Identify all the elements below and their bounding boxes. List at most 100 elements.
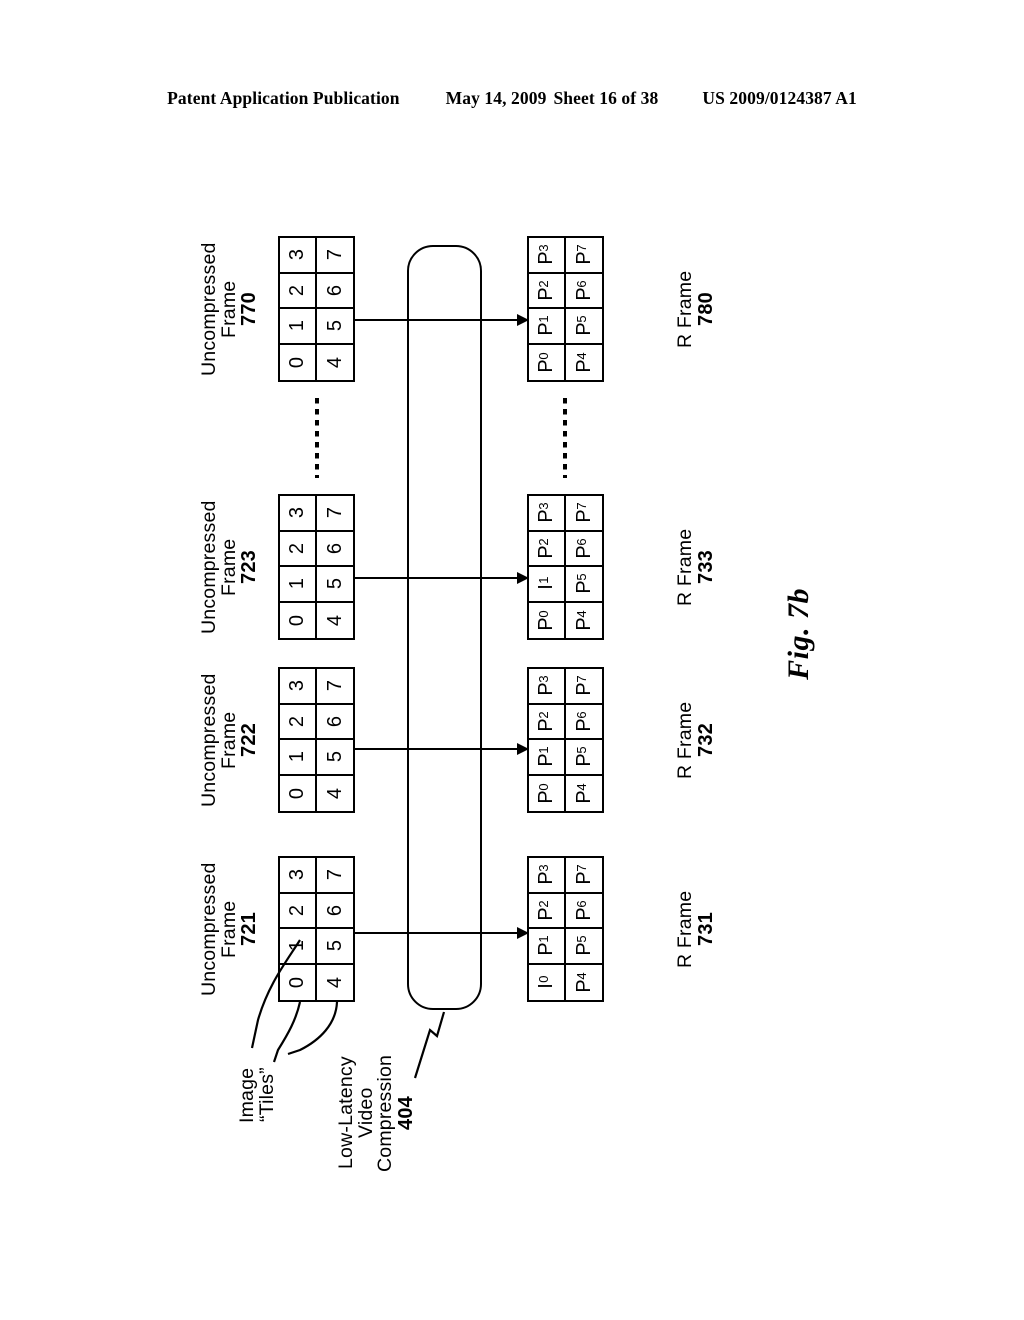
tile-cell: P1 <box>529 929 566 965</box>
tile-cell: 3 <box>280 858 317 894</box>
tile-cell: P1 <box>529 740 566 776</box>
frame-770-label-line1: Uncompressed <box>198 242 220 376</box>
ellipsis-rframes <box>563 398 567 478</box>
tile-cell: P4 <box>572 609 595 631</box>
frame-723-label-line2: Frame <box>217 538 240 596</box>
tile-cell: P0 <box>529 775 566 811</box>
tile-cell: P5 <box>565 929 602 965</box>
frame-722-ref: 722 <box>238 723 260 757</box>
tile-cell: 1 <box>280 567 317 603</box>
tile-cell: 7 <box>316 858 353 894</box>
tiles-label: “Tiles” <box>255 1067 278 1123</box>
ellipsis-uncompressed <box>315 398 319 478</box>
tile-cell: 7 <box>316 669 353 705</box>
tile-cell: 3 <box>280 496 317 532</box>
tile-cell: P1 <box>529 309 566 345</box>
r-frame-733-grid: P3 P7 P2 P6 I1 P5 P0 P4 <box>527 494 604 640</box>
tile-cell: 6 <box>316 532 353 567</box>
compression-annotation: Low-Latency Video Compression 404 <box>335 1048 417 1178</box>
tile-cell: 3 <box>280 238 317 274</box>
tile-cell: 2 <box>280 531 317 567</box>
tile-cell: P6 <box>565 532 602 567</box>
compression-arrow-770 <box>355 319 528 322</box>
figure-7b-diagram: Uncompressed Frame 770 3 7 2 6 1 5 0 4 P… <box>0 0 1024 1320</box>
tile-cell: P7 <box>565 858 602 894</box>
uncompressed-frame-722-label: Uncompressed Frame 722 <box>198 667 260 813</box>
tile-cell: 6 <box>316 894 353 929</box>
tile-cell: 5 <box>316 309 353 345</box>
r-frame-732-ref: 732 <box>694 723 717 757</box>
compression-arrow-722 <box>355 748 528 751</box>
tile-cell: P3 <box>529 858 566 894</box>
frame-770-ref: 770 <box>238 292 260 326</box>
frame-770-label-line2: Frame <box>217 280 240 338</box>
r-frame-732-label: R Frame 732 <box>674 679 717 801</box>
tile-cell: 0 <box>280 775 317 811</box>
tile-cell: P4 <box>572 971 595 993</box>
tile-cell: 1 <box>280 929 317 965</box>
frame-723-label-line1: Uncompressed <box>198 500 220 634</box>
image-tiles-annotation: Image “Tiles” <box>236 1050 278 1140</box>
tile-cell: P2 <box>529 273 566 309</box>
tile-cell: 0 <box>280 344 317 380</box>
r-frame-780-ref: 780 <box>694 292 717 326</box>
tile-cell: 3 <box>280 669 317 705</box>
tile-cell: 4 <box>323 614 346 626</box>
tile-cell: P6 <box>565 274 602 309</box>
uncompressed-frame-721-grid: 3 7 2 6 1 5 0 4 <box>278 856 355 1002</box>
tile-cell: P3 <box>529 496 566 532</box>
uncompressed-frame-723-grid: 3 7 2 6 1 5 0 4 <box>278 494 355 640</box>
tile-cell: 1 <box>280 309 317 345</box>
compression-ref: 404 <box>394 1096 417 1130</box>
compression-label-line3: Compression <box>374 1054 396 1172</box>
tile-cell: P7 <box>565 496 602 532</box>
tile-cell: 1 <box>280 740 317 776</box>
tile-cell: I0 <box>529 964 566 1000</box>
tile-cell: P5 <box>565 740 602 776</box>
frame-723-ref: 723 <box>238 550 260 584</box>
tile-cell: 5 <box>316 740 353 776</box>
r-frame-732-label-line1: R Frame <box>674 701 696 779</box>
frame-722-label-line1: Uncompressed <box>198 673 220 807</box>
r-frame-780-label: R Frame 780 <box>674 248 717 370</box>
tile-cell: 4 <box>323 976 346 988</box>
tile-cell: 6 <box>316 705 353 740</box>
tile-cell: 2 <box>280 704 317 740</box>
tile-cell: P3 <box>529 238 566 274</box>
frame-721-label-line1: Uncompressed <box>198 862 220 996</box>
tile-cell: 7 <box>316 238 353 274</box>
tile-cell: 4 <box>323 787 346 799</box>
r-frame-732-grid: P3 P7 P2 P6 P1 P5 P0 P4 <box>527 667 604 813</box>
frame-721-label-line2: Frame <box>217 900 240 958</box>
tile-cell: P5 <box>565 567 602 603</box>
leader-lines <box>250 939 446 1079</box>
tile-cell: 0 <box>280 602 317 638</box>
uncompressed-frame-770-label: Uncompressed Frame 770 <box>198 236 260 382</box>
tile-cell: P2 <box>529 531 566 567</box>
low-latency-video-compression-block <box>407 245 482 1010</box>
r-frame-733-ref: 733 <box>694 550 717 584</box>
tile-cell: P3 <box>529 669 566 705</box>
frame-721-ref: 721 <box>238 912 260 946</box>
tile-cell: 5 <box>316 929 353 965</box>
tile-cell: 2 <box>280 893 317 929</box>
tile-cell: P2 <box>529 704 566 740</box>
tile-cell: P4 <box>572 351 595 373</box>
r-frame-731-ref: 731 <box>694 912 717 946</box>
compression-arrow-723 <box>355 577 528 580</box>
r-frame-780-label-line1: R Frame <box>674 270 696 348</box>
figure-caption: Fig. 7b <box>782 588 815 680</box>
uncompressed-frame-770-grid: 3 7 2 6 1 5 0 4 <box>278 236 355 382</box>
tile-cell: 2 <box>280 273 317 309</box>
r-frame-733-label-line1: R Frame <box>674 528 696 606</box>
tile-cell: P5 <box>565 309 602 345</box>
tile-cell: P0 <box>529 602 566 638</box>
r-frame-731-label-line1: R Frame <box>674 890 696 968</box>
compression-arrow-721 <box>355 932 528 935</box>
tile-cell: P7 <box>565 238 602 274</box>
tile-cell: 5 <box>316 567 353 603</box>
r-frame-780-grid: P3 P7 P2 P6 P1 P5 P0 P4 <box>527 236 604 382</box>
tile-cell: 4 <box>323 356 346 368</box>
tile-cell: 6 <box>316 274 353 309</box>
image-label: Image <box>236 1067 258 1123</box>
